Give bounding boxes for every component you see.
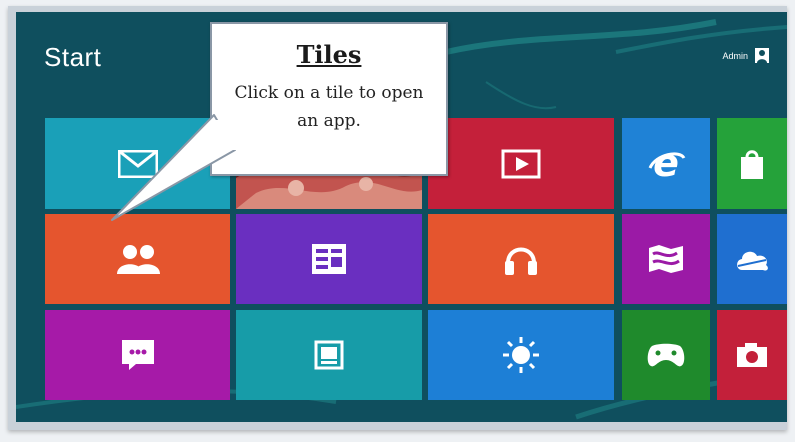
tile-skydrive[interactable] — [717, 214, 787, 304]
tile-mail[interactable] — [45, 118, 230, 209]
start-title: Start — [44, 42, 102, 72]
calendar-icon — [311, 243, 347, 275]
internet-explorer-icon: e — [646, 144, 686, 184]
store-bag-icon — [738, 148, 766, 180]
user-avatar-icon — [755, 48, 769, 63]
cloud-icon — [734, 246, 770, 272]
tile-camera[interactable] — [717, 310, 787, 400]
tile-desktop[interactable] — [236, 310, 422, 400]
tile-calendar[interactable] — [236, 214, 422, 304]
tile-store[interactable] — [717, 118, 787, 209]
video-icon — [501, 149, 541, 179]
tile-video[interactable] — [428, 118, 614, 209]
messaging-icon — [121, 339, 155, 371]
tile-people[interactable] — [45, 214, 230, 304]
game-controller-icon — [646, 342, 686, 368]
maps-icon — [647, 244, 685, 274]
callout-title: Tiles — [296, 40, 362, 69]
people-icon — [116, 244, 160, 274]
user-account[interactable]: Admin — [722, 48, 769, 63]
sun-icon — [501, 335, 541, 375]
tiles-callout: Tiles Click on a tile to open an app. — [210, 22, 448, 176]
tile-weather[interactable] — [428, 310, 614, 400]
tile-internet-explorer[interactable]: e — [622, 118, 710, 209]
headphones-icon — [503, 241, 539, 277]
tile-music[interactable] — [428, 214, 614, 304]
tile-messaging[interactable] — [45, 310, 230, 400]
svg-text:e: e — [653, 144, 679, 184]
user-name: Admin — [722, 50, 748, 61]
mail-icon — [117, 149, 158, 178]
camera-icon — [736, 342, 768, 368]
desktop-icon — [314, 340, 344, 370]
callout-body: Click on a tile to open an app. — [234, 83, 424, 131]
tile-maps[interactable] — [622, 214, 710, 304]
tile-xbox-games[interactable] — [622, 310, 710, 400]
